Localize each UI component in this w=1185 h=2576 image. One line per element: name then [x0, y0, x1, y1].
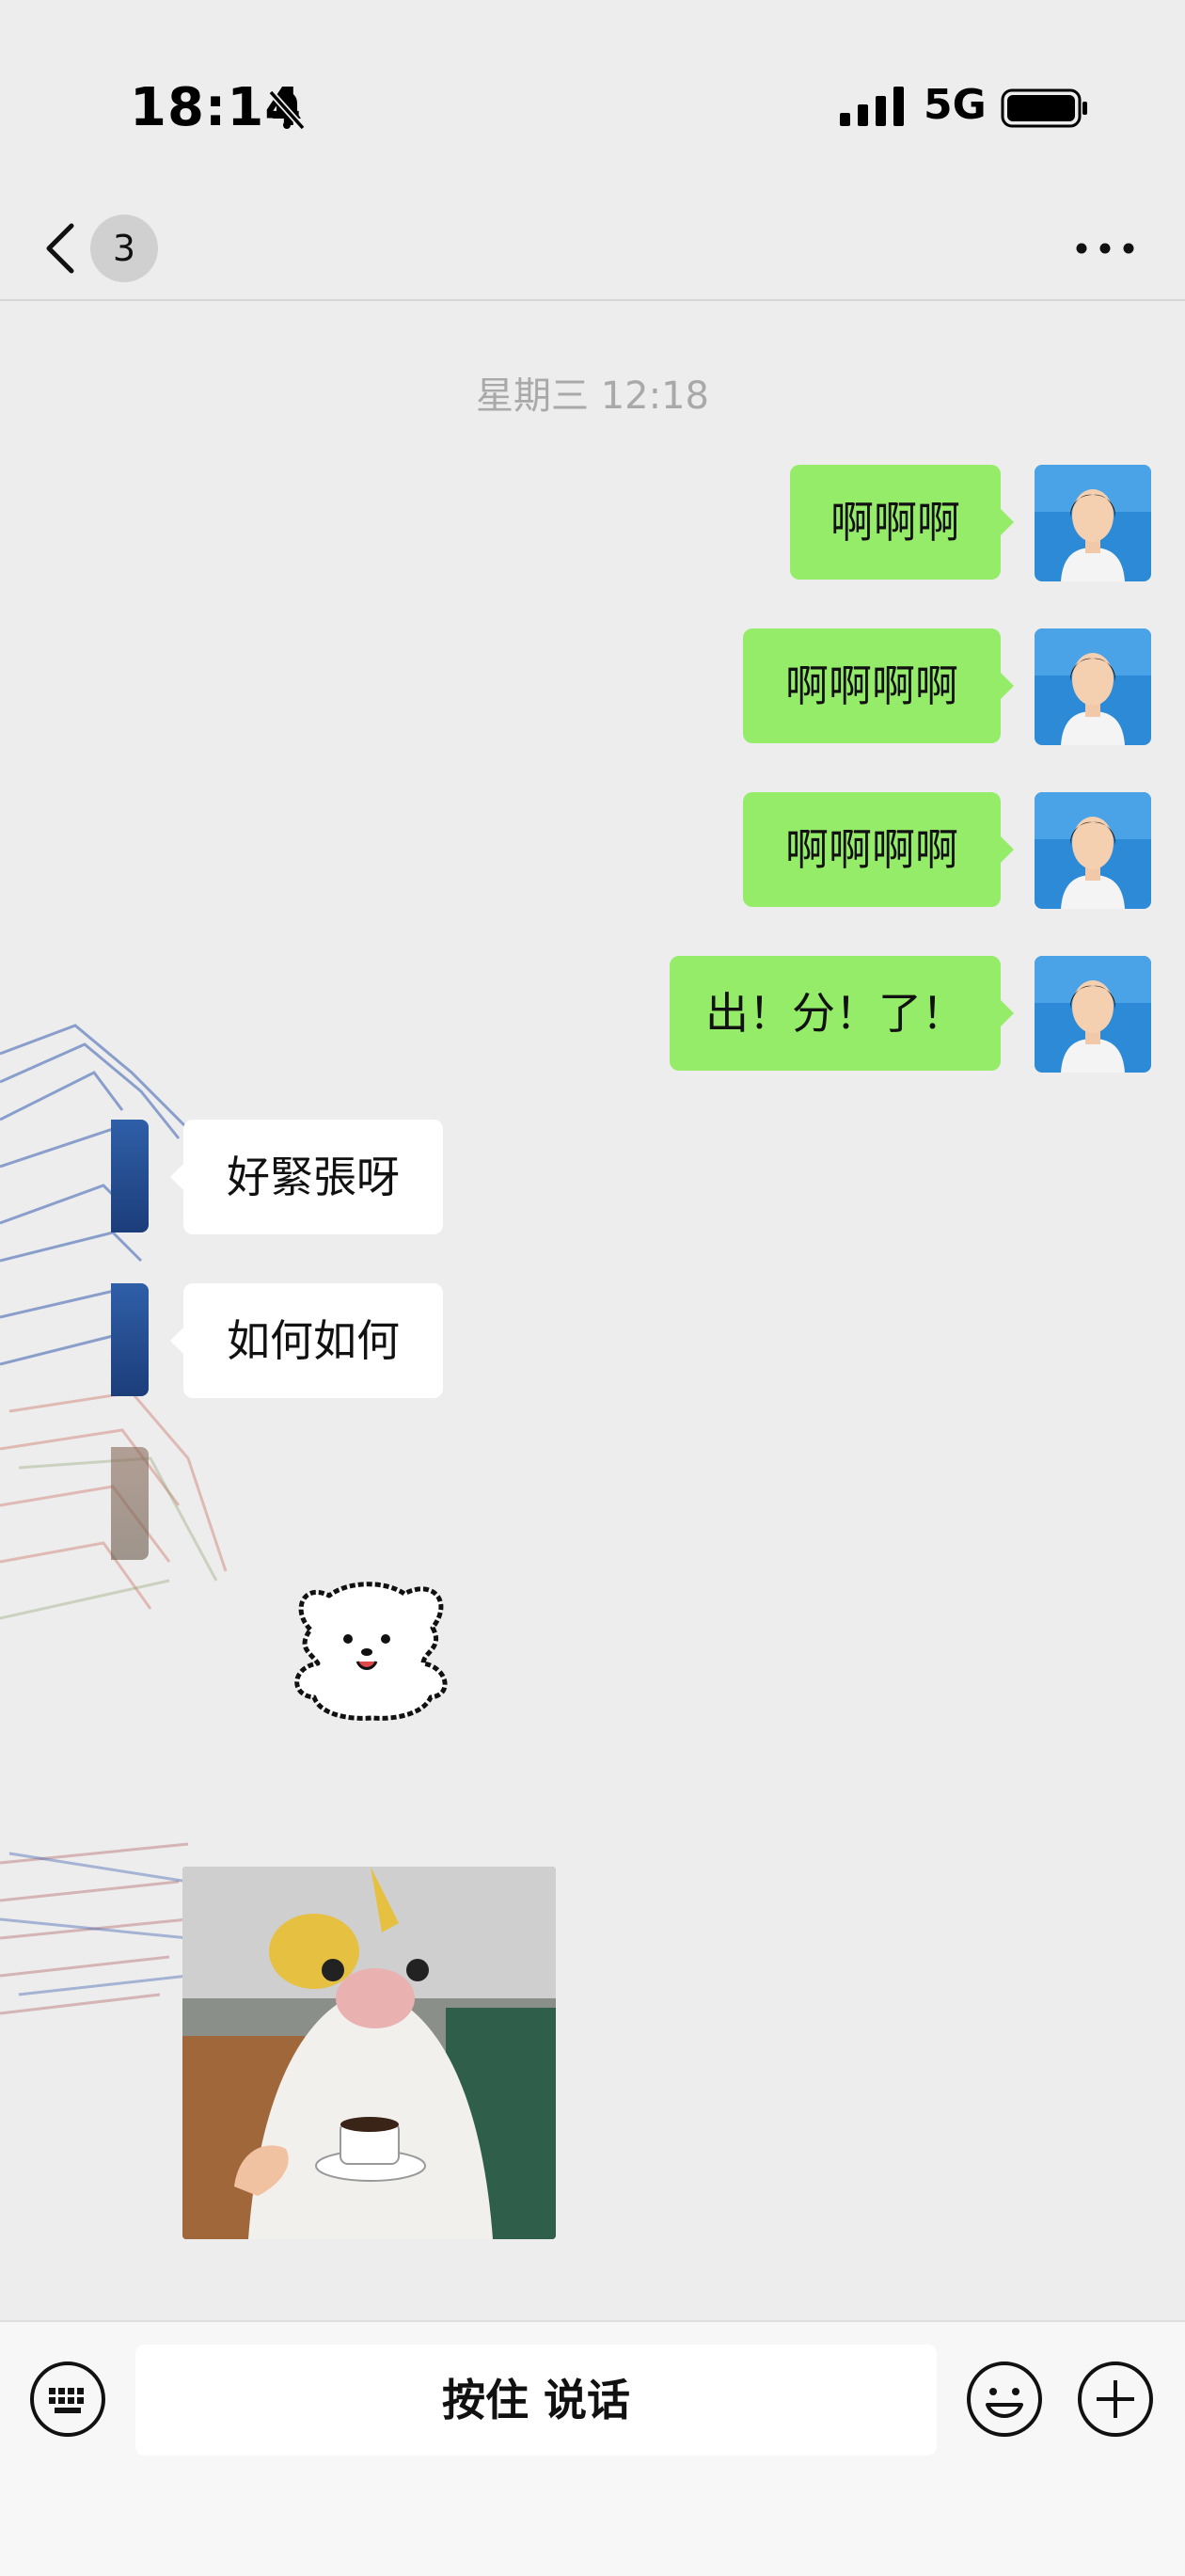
chevron-left-icon	[46, 223, 74, 274]
battery-icon	[1001, 88, 1087, 128]
avatar[interactable]	[1035, 628, 1151, 745]
message-bubble-outgoing[interactable]: 啊啊啊啊	[743, 792, 1014, 907]
network-label: 5G	[924, 81, 987, 129]
message-bubble-outgoing[interactable]: 啊啊啊啊	[743, 628, 1014, 743]
smile-emoji-icon[interactable]	[965, 2360, 1044, 2439]
avatar[interactable]	[1035, 465, 1151, 581]
white-dog-sticker[interactable]	[282, 1573, 461, 1733]
avatar[interactable]	[111, 1283, 149, 1396]
keyboard-icon[interactable]	[28, 2360, 107, 2439]
more-dots-icon[interactable]	[1072, 230, 1138, 267]
cat-with-coffee-sticker[interactable]	[182, 1867, 556, 2239]
message-bubble-incoming[interactable]: 好緊張呀	[170, 1120, 443, 1234]
user-avatar-image	[1035, 465, 1151, 581]
user-avatar-image	[1035, 956, 1151, 1073]
redaction-scribble	[0, 1842, 189, 2015]
user-avatar-image	[1035, 792, 1151, 909]
input-bar: 按住 说话	[0, 2320, 1185, 2576]
avatar[interactable]	[1035, 956, 1151, 1073]
signal-icon	[840, 87, 904, 126]
avatar[interactable]	[111, 1120, 149, 1232]
user-avatar-image	[1035, 628, 1151, 745]
message-bubble-outgoing[interactable]: 出！分！了！	[670, 956, 1014, 1071]
message-bubble-incoming[interactable]: 如何如何	[170, 1283, 443, 1398]
message-timestamp: 星期三 12:18	[476, 374, 709, 418]
cat-sticker-image	[182, 1867, 556, 2239]
avatar[interactable]	[111, 1447, 149, 1560]
plus-circle-icon[interactable]	[1076, 2360, 1155, 2439]
hold-to-talk-button[interactable]: 按住 说话	[135, 2345, 937, 2456]
chat-header: 3	[0, 188, 1185, 301]
bell-slash-icon	[268, 89, 306, 131]
avatar[interactable]	[1035, 792, 1151, 909]
back-button[interactable]: 3	[41, 215, 164, 282]
unread-badge: 3	[90, 215, 158, 282]
status-bar: 18:14 5G	[0, 0, 1185, 188]
message-bubble-outgoing[interactable]: 啊啊啊	[790, 465, 1014, 580]
